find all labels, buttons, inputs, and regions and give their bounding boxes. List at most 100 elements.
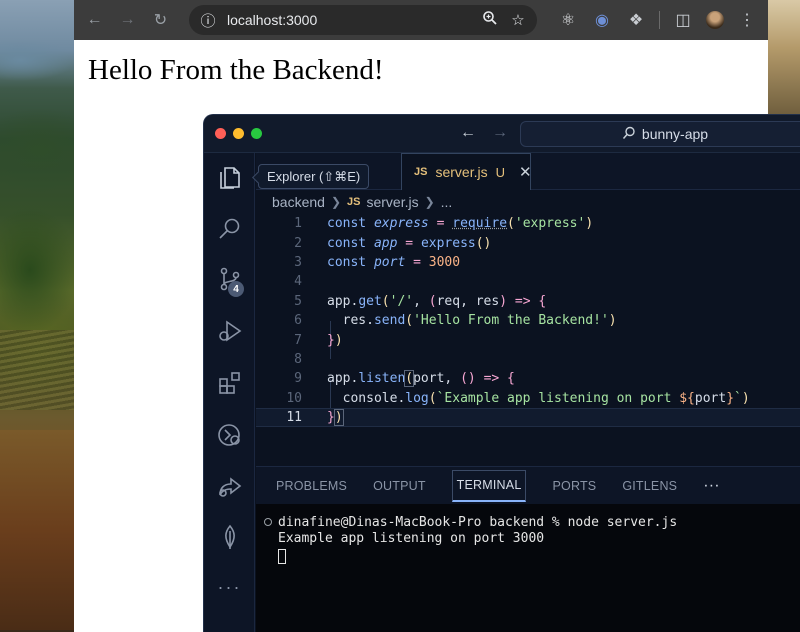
code-line[interactable]: 7 }): [256, 330, 800, 349]
tab-problems[interactable]: PROBLEMS: [276, 467, 347, 505]
wallpaper-soil: [0, 430, 76, 630]
mongodb-leaf-icon[interactable]: [204, 517, 255, 557]
tab-ports[interactable]: PORTS: [552, 467, 596, 505]
code-line[interactable]: 6 res.send('Hello From the Backend!'): [256, 311, 800, 330]
editor-navigation: ← →: [460, 124, 508, 142]
zoom-window-button[interactable]: [251, 128, 262, 139]
code-text: console.log(`Example app listening on po…: [342, 390, 750, 406]
line-number: 4: [294, 274, 302, 290]
code-text: }): [327, 409, 344, 427]
close-tab-icon[interactable]: ✕: [519, 163, 532, 181]
terminal-cursor-line: [264, 546, 800, 566]
tab-output[interactable]: OUTPUT: [373, 467, 426, 505]
bookmark-star-icon[interactable]: ☆: [509, 11, 527, 29]
profile-avatar[interactable]: [706, 11, 725, 29]
breadcrumb-file[interactable]: server.js: [366, 194, 418, 210]
site-info-icon[interactable]: ⓘ: [199, 10, 217, 31]
code-line-current[interactable]: 11 }): [256, 408, 800, 428]
vscode-titlebar: ← → bunny-app: [204, 115, 800, 153]
wallpaper-edge: [768, 0, 800, 120]
code-editor[interactable]: 1 const express = require('express') 2 c…: [256, 214, 800, 466]
window-controls: [215, 128, 262, 139]
code-line[interactable]: 10 console.log(`Example app listening on…: [256, 389, 800, 408]
search-icon[interactable]: [204, 209, 255, 249]
line-number: 9: [294, 371, 302, 387]
zoom-icon[interactable]: [481, 10, 499, 30]
panel-tab-bar: PROBLEMS OUTPUT TERMINAL PORTS GITLENS ·…: [256, 466, 800, 504]
code-text: res.send('Hello From the Backend!'): [342, 313, 617, 329]
source-control-badge: 4: [228, 281, 244, 297]
more-views-icon[interactable]: ···: [204, 567, 255, 607]
terminal-command: dinafine@Dinas-MacBook-Pro backend % nod…: [278, 514, 678, 530]
line-number: 10: [286, 390, 302, 406]
tab-terminal[interactable]: TERMINAL: [451, 469, 527, 502]
code-text: app.listen(port, () => {: [327, 370, 515, 388]
search-icon: [622, 126, 636, 143]
vscode-window: ← → bunny-app 4 ··· Explorer (⇧⌘E) JS se…: [203, 114, 800, 632]
extensions-puzzle-icon[interactable]: ❖: [625, 9, 647, 31]
code-text: }): [327, 332, 343, 348]
close-window-button[interactable]: [215, 128, 226, 139]
line-number: 5: [294, 293, 302, 309]
code-line[interactable]: 9 app.listen(port, () => {: [256, 369, 800, 388]
source-control-icon[interactable]: 4: [204, 259, 255, 299]
code-line[interactable]: 5 app.get('/', (req, res) => {: [256, 292, 800, 311]
menu-kebab-icon[interactable]: ⋮: [736, 9, 758, 31]
page-heading: Hello From the Backend!: [88, 54, 384, 86]
tab-gitlens[interactable]: GITLENS: [622, 467, 677, 505]
tab-server-js[interactable]: JS server.js U ✕: [401, 153, 532, 190]
extensions-icon[interactable]: [204, 363, 255, 403]
address-bar[interactable]: ⓘ localhost:3000 ☆: [188, 5, 538, 35]
line-number: 3: [294, 254, 302, 270]
code-text: app.get('/', (req, res) => {: [327, 293, 547, 309]
browser-toolbar: ← → ↻ ⓘ localhost:3000 ☆ ⚛ ◉ ❖ ◫ ⋮: [74, 0, 768, 40]
live-share-icon[interactable]: [204, 467, 255, 507]
untracked-status: U: [495, 164, 505, 180]
chevron-right-icon: ❯: [424, 195, 435, 209]
line-number: 1: [294, 216, 302, 232]
code-line[interactable]: 1 const express = require('express'): [256, 214, 800, 233]
remote-explorer-icon[interactable]: [204, 415, 255, 455]
terminal-prompt-line: dinafine@Dinas-MacBook-Pro backend % nod…: [264, 514, 800, 530]
forward-arrow-icon[interactable]: →: [117, 9, 138, 31]
run-debug-icon[interactable]: [204, 311, 255, 351]
line-number: 6: [294, 313, 302, 329]
extension-badge-icon[interactable]: ◉: [591, 9, 613, 31]
line-number: 7: [294, 332, 302, 348]
breadcrumb-folder[interactable]: backend: [272, 194, 325, 210]
line-number: 11: [286, 410, 302, 426]
terminal-output: Example app listening on port 3000: [278, 530, 545, 546]
terminal[interactable]: dinafine@Dinas-MacBook-Pro backend % nod…: [256, 504, 800, 632]
wallpaper-vineyard: [0, 330, 76, 410]
command-center[interactable]: bunny-app: [520, 121, 800, 147]
code-text: const port = 3000: [327, 254, 461, 270]
toolbar-separator: [659, 11, 661, 29]
command-status-icon: [264, 518, 272, 526]
url-text[interactable]: localhost:3000: [227, 12, 471, 28]
js-file-icon: JS: [347, 196, 361, 208]
reload-icon[interactable]: ↻: [150, 9, 171, 31]
code-line[interactable]: 3 const port = 3000: [256, 253, 800, 272]
go-forward-icon[interactable]: →: [492, 124, 508, 142]
code-text: const express = require('express'): [327, 216, 594, 232]
react-extension-icon[interactable]: ⚛: [557, 9, 579, 31]
command-center-label: bunny-app: [641, 126, 709, 142]
go-back-icon[interactable]: ←: [460, 124, 476, 142]
line-number: 2: [294, 235, 302, 251]
back-arrow-icon[interactable]: ←: [84, 9, 105, 31]
code-line[interactable]: 8: [256, 350, 800, 369]
code-line[interactable]: 2 const app = express(): [256, 233, 800, 252]
terminal-cursor: [278, 548, 286, 564]
js-file-icon: JS: [414, 166, 428, 178]
explorer-icon[interactable]: [204, 157, 255, 197]
side-panel-icon[interactable]: ◫: [672, 9, 694, 31]
terminal-output-line: Example app listening on port 3000: [264, 530, 800, 546]
minimize-window-button[interactable]: [233, 128, 244, 139]
activity-bar: 4 ···: [204, 153, 255, 632]
code-text: const app = express(): [327, 235, 492, 251]
code-line[interactable]: 4: [256, 272, 800, 291]
more-actions-icon[interactable]: ···: [703, 467, 720, 505]
breadcrumb-symbols[interactable]: ...: [441, 194, 453, 210]
tab-filename: server.js: [435, 164, 488, 180]
line-number: 8: [294, 351, 302, 367]
